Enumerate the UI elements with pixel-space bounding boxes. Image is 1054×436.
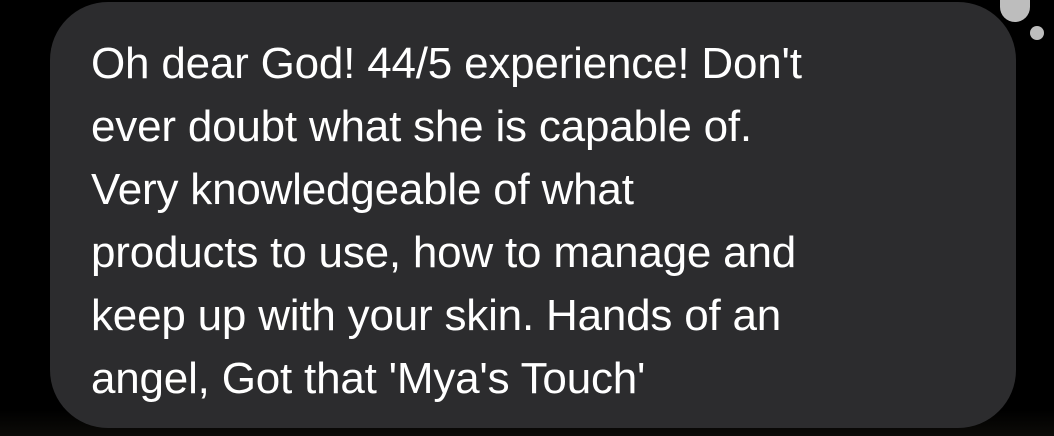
message-line: products to use, how to manage and <box>91 228 796 277</box>
message-line: Oh dear God! 44/5 experience! Don't <box>91 39 802 88</box>
message-text: Oh dear God! 44/5 experience! Don't ever… <box>91 32 991 410</box>
message-line: ever doubt what she is capable of. <box>91 102 752 151</box>
message-line: Very knowledgeable of what <box>91 165 634 214</box>
bubble-tail-dot-icon <box>1000 0 1030 22</box>
message-line: angel, Got that 'Mya's Touch' <box>91 354 646 403</box>
conversation-view: Oh dear God! 44/5 experience! Don't ever… <box>0 0 1054 436</box>
message-line: keep up with your skin. Hands of an <box>91 291 782 340</box>
bubble-tail-dot-small-icon <box>1030 26 1044 40</box>
